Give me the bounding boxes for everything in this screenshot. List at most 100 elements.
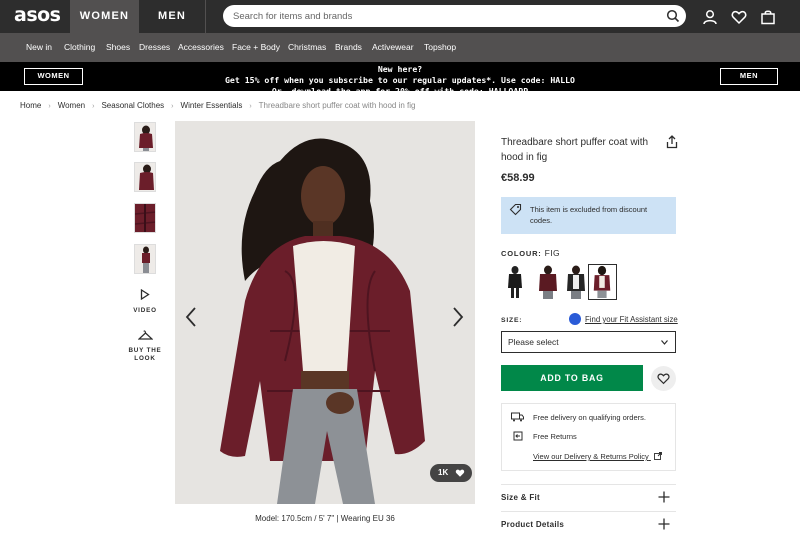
save-for-later-button[interactable] bbox=[651, 366, 676, 391]
promo-line-3: Or, download the app for 20% off with co… bbox=[271, 86, 529, 96]
nav-item-activewear[interactable]: Activewear bbox=[372, 33, 414, 62]
promo-message[interactable]: New here? Get 15% off when you subscribe… bbox=[100, 64, 700, 97]
heart-icon bbox=[657, 373, 670, 385]
search-icon[interactable] bbox=[666, 9, 680, 23]
product-title: Threadbare short puffer coat with hood i… bbox=[501, 137, 649, 163]
fit-assistant-link[interactable]: Find your Fit Assistant size bbox=[569, 313, 678, 326]
swatch-image bbox=[508, 266, 522, 298]
colour-value: FIG bbox=[544, 248, 560, 258]
nav-item-accessories[interactable]: Accessories bbox=[178, 33, 224, 62]
breadcrumb: Home › Women › Seasonal Clothes › Winter Essen… bbox=[20, 101, 416, 110]
likes-badge[interactable]: 1K bbox=[430, 464, 472, 482]
account-icon[interactable] bbox=[702, 9, 718, 25]
add-to-bag-button[interactable]: ADD TO BAG bbox=[501, 365, 643, 391]
delivery-policy-link[interactable]: View our Delivery & Returns Policy bbox=[533, 452, 662, 461]
tab-men[interactable]: MEN bbox=[139, 0, 206, 33]
share-icon[interactable] bbox=[665, 135, 679, 149]
discount-notice: This item is excluded from discount code… bbox=[501, 197, 676, 234]
nav-item-new-in[interactable]: New in bbox=[26, 33, 52, 62]
bag-icon[interactable] bbox=[760, 9, 776, 25]
product-main-image[interactable] bbox=[175, 121, 475, 504]
nav-item-topshop[interactable]: Topshop bbox=[424, 33, 456, 62]
returns-icon bbox=[513, 431, 523, 441]
delivery-info: Free delivery on qualifying orders. Free… bbox=[501, 403, 676, 471]
external-link-icon bbox=[653, 452, 662, 460]
breadcrumb-seasonal-clothes[interactable]: Seasonal Clothes bbox=[101, 101, 164, 110]
colour-label: COLOUR: FIG bbox=[501, 248, 560, 258]
breadcrumb-separator: › bbox=[92, 103, 95, 110]
breadcrumb-separator: › bbox=[249, 103, 252, 110]
nav-item-face-body[interactable]: Face + Body bbox=[232, 33, 280, 62]
top-bar: asos WOMEN MEN bbox=[0, 0, 800, 33]
promo-men-button[interactable]: MEN bbox=[720, 68, 778, 85]
nav-item-shoes[interactable]: Shoes bbox=[106, 33, 130, 62]
play-icon bbox=[140, 289, 150, 300]
tag-icon bbox=[509, 203, 522, 216]
thumbnail-image bbox=[139, 164, 154, 190]
nav-item-dresses[interactable]: Dresses bbox=[139, 33, 170, 62]
promo-banner: WOMEN New here? Get 15% off when you sub… bbox=[0, 62, 800, 96]
breadcrumb-current: Threadbare short puffer coat with hood i… bbox=[258, 101, 416, 110]
next-image-arrow[interactable] bbox=[451, 306, 465, 328]
swatch-image bbox=[539, 265, 557, 299]
breadcrumb-winter-essentials[interactable]: Winter Essentials bbox=[181, 101, 243, 110]
thumbnail-image bbox=[135, 204, 155, 232]
size-select[interactable]: Please select bbox=[501, 331, 676, 353]
promo-line-1: New here? bbox=[377, 64, 423, 74]
free-delivery-text: Free delivery on qualifying orders. bbox=[533, 413, 646, 422]
hanger-icon bbox=[138, 330, 153, 340]
size-label: SIZE: bbox=[501, 317, 523, 324]
plus-icon bbox=[658, 518, 670, 530]
fit-assistant-text: Find your Fit Assistant size bbox=[585, 315, 678, 325]
thumbnail-1[interactable] bbox=[134, 122, 156, 152]
heart-icon[interactable] bbox=[731, 9, 747, 25]
search-input[interactable] bbox=[223, 5, 653, 27]
size-select-value: Please select bbox=[508, 337, 559, 347]
colour-swatch-burgundy[interactable] bbox=[534, 264, 562, 300]
model-info: Model: 170.5cm / 5' 7" | Wearing EU 36 bbox=[255, 514, 395, 523]
nav-item-clothing[interactable]: Clothing bbox=[64, 33, 95, 62]
plus-icon bbox=[658, 491, 670, 503]
breadcrumb-home[interactable]: Home bbox=[20, 101, 41, 110]
chevron-down-icon bbox=[661, 340, 668, 345]
model-photo bbox=[175, 121, 475, 504]
swatch-image bbox=[593, 265, 611, 298]
colour-swatch-black[interactable] bbox=[501, 264, 529, 300]
thumbnail-3[interactable] bbox=[134, 203, 156, 233]
likes-count: 1K bbox=[438, 468, 449, 477]
breadcrumb-women[interactable]: Women bbox=[58, 101, 85, 110]
previous-image-arrow[interactable] bbox=[184, 306, 198, 328]
heart-filled-icon bbox=[455, 469, 465, 477]
thumbnail-4[interactable] bbox=[134, 244, 156, 274]
accordion-size-fit[interactable]: Size & Fit bbox=[501, 484, 676, 510]
video-label: VIDEO bbox=[133, 307, 157, 314]
free-returns-row: Free Returns bbox=[511, 431, 577, 441]
fit-assistant-icon bbox=[569, 313, 581, 325]
colour-swatch-dark[interactable] bbox=[562, 264, 590, 300]
delivery-policy-text: View our Delivery & Returns Policy bbox=[533, 452, 649, 461]
free-delivery-row: Free delivery on qualifying orders. bbox=[511, 412, 646, 422]
promo-line-2: Get 15% off when you subscribe to our re… bbox=[225, 75, 575, 85]
nav-item-brands[interactable]: Brands bbox=[335, 33, 362, 62]
truck-icon bbox=[511, 412, 524, 422]
asos-logo[interactable]: asos bbox=[14, 4, 61, 26]
buy-the-look-label: BUY THE LOOK bbox=[128, 347, 162, 362]
thumbnail-image bbox=[139, 125, 153, 151]
colour-label-text: COLOUR: bbox=[501, 249, 542, 258]
free-returns-text: Free Returns bbox=[533, 432, 577, 441]
discount-text: This item is excluded from discount code… bbox=[530, 205, 648, 225]
colour-swatch-fig-selected[interactable] bbox=[588, 264, 617, 300]
swatch-image bbox=[567, 265, 585, 299]
nav-item-christmas[interactable]: Christmas bbox=[288, 33, 326, 62]
breadcrumb-separator: › bbox=[48, 103, 51, 110]
product-price: €58.99 bbox=[501, 172, 535, 184]
promo-women-button[interactable]: WOMEN bbox=[24, 68, 83, 85]
search-bar bbox=[223, 5, 686, 27]
accordion-product-details-label: Product Details bbox=[501, 520, 565, 529]
thumbnail-2[interactable] bbox=[134, 162, 156, 192]
accordion-size-fit-label: Size & Fit bbox=[501, 493, 541, 502]
accordion-product-details[interactable]: Product Details bbox=[501, 511, 676, 537]
breadcrumb-separator: › bbox=[171, 103, 174, 110]
thumbnail-image bbox=[142, 246, 150, 273]
tab-women[interactable]: WOMEN bbox=[70, 0, 139, 33]
